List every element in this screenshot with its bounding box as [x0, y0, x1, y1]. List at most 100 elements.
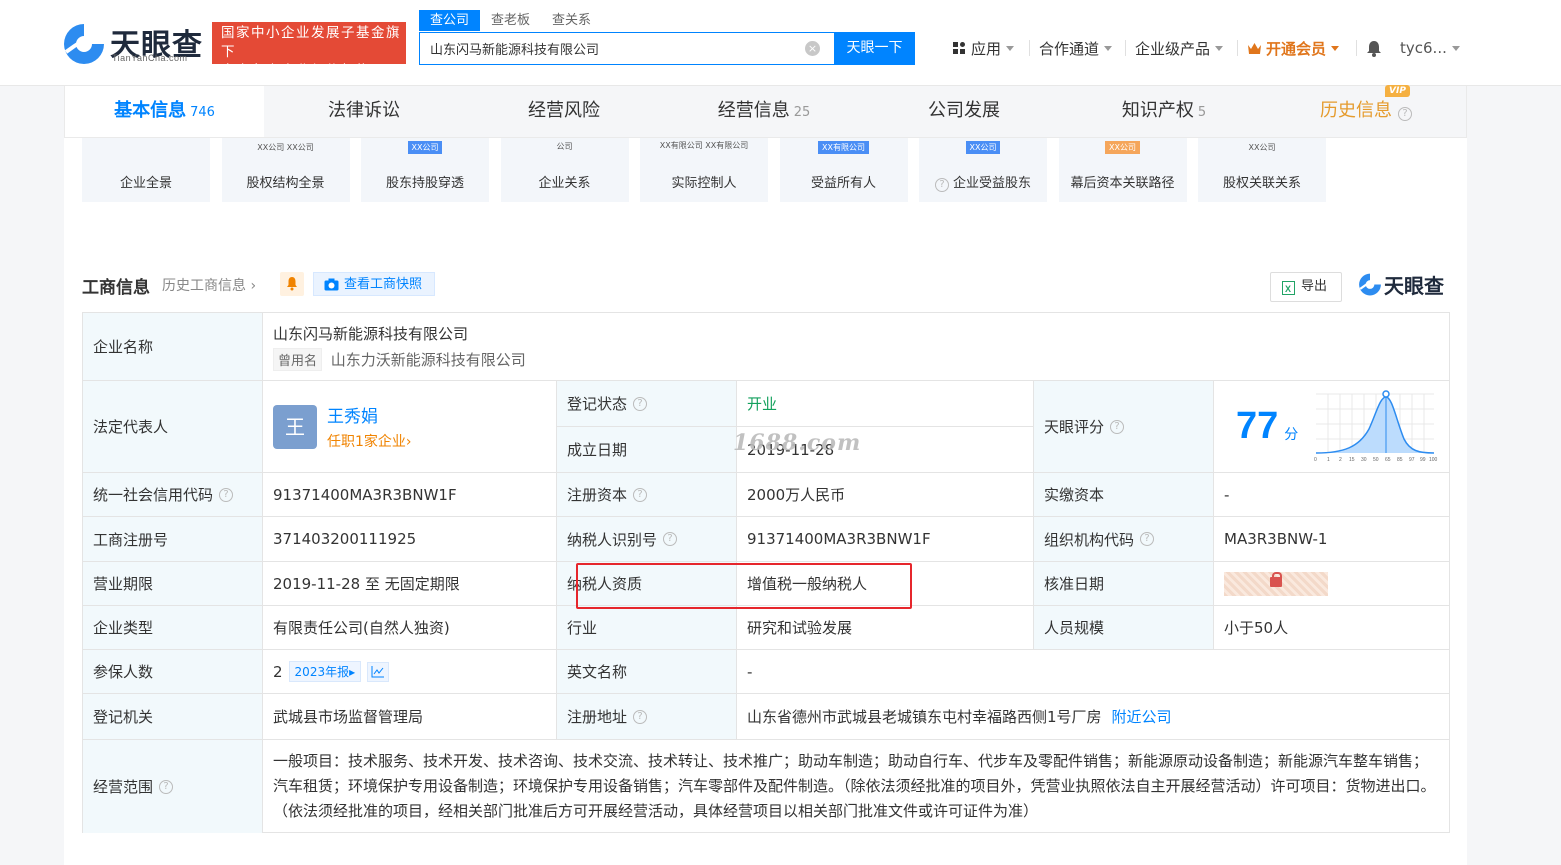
trend-chart-button[interactable] — [367, 661, 390, 682]
shortcut-beneficial-shareholder[interactable]: XX公司 ? 企业受益股东 — [919, 138, 1047, 202]
tab-label: 公司发展 — [928, 100, 1000, 121]
tab-label: 历史信息 — [1320, 100, 1392, 121]
legal-rep-positions-link[interactable]: 任职1家企业› — [327, 431, 412, 451]
help-icon[interactable]: ? — [219, 487, 234, 502]
annual-report-link[interactable]: 2023年报▸ — [288, 661, 362, 682]
label-reg-status: 登记状态? — [557, 381, 737, 427]
label-address: 注册地址? — [557, 694, 737, 740]
caret-right-icon: ▸ — [349, 665, 356, 679]
help-icon[interactable]: ? — [1110, 419, 1125, 434]
nav-enterprise-label: 企业级产品 — [1135, 39, 1211, 58]
value-industry: 研究和试验发展 — [737, 606, 1034, 650]
help-icon[interactable]: ? — [633, 487, 648, 502]
brand-logo: 天眼查 — [1358, 270, 1452, 298]
top-header: 天眼查 TianYanCha.com 国家中小企业发展子基金旗下 官方备案企业征… — [0, 0, 1561, 86]
label-paid-capital: 实缴资本 — [1034, 473, 1214, 517]
label-address-text: 注册地址 — [567, 708, 628, 726]
tab-label: 法律诉讼 — [328, 100, 400, 121]
shortcut-capital-path[interactable]: XX公司 幕后资本关联路径 — [1058, 138, 1187, 202]
value-score[interactable]: 77 分 0 1 2 15 30 50 65 85 97 99 100 — [1214, 381, 1450, 473]
nav-partner[interactable]: 合作通道 — [1039, 38, 1113, 58]
nav-apps[interactable]: 应用 — [953, 38, 1015, 58]
history-business-link[interactable]: 历史工商信息 › — [162, 275, 256, 295]
shortcut-preview: XX公司 — [361, 138, 489, 165]
logo-mark-icon — [1359, 273, 1381, 296]
value-org-code: MA3R3BNW-1 — [1214, 517, 1450, 562]
x-tick: 30 — [1361, 457, 1367, 463]
history-link-label: 历史工商信息 — [162, 278, 246, 294]
search-tab-boss[interactable]: 查老板 — [480, 10, 541, 31]
tab-ip[interactable]: 知识产权 5 — [1064, 86, 1264, 137]
tab-operation[interactable]: 经营信息 25 — [664, 86, 864, 137]
shortcut-label: 股东持股穿透 — [385, 176, 464, 191]
tab-basic-info[interactable]: 基本信息 746 — [65, 86, 264, 137]
shortcut-label: 实际控制人 — [671, 176, 737, 191]
tab-history[interactable]: 历史信息? — [1264, 86, 1468, 137]
shortcut-actual-controller[interactable]: XX有限公司 XX有限公司 实际控制人 — [640, 138, 768, 202]
label-credit-code-text: 统一社会信用代码 — [93, 486, 214, 504]
shortcut-label: 企业关系 — [538, 176, 591, 191]
nav-apps-label: 应用 — [971, 39, 1002, 58]
highlight-box — [576, 563, 912, 609]
chevron-right-icon: › — [405, 434, 412, 450]
legal-rep-name[interactable]: 王秀娟 — [327, 402, 412, 427]
slogan-banner: 国家中小企业发展子基金旗下 官方备案企业征信机构 — [212, 22, 406, 79]
value-legal-rep: 王 王秀娟 任职1家企业› — [263, 381, 557, 473]
business-info-table: 企业名称 山东闪马新能源科技有限公司 曾用名 山东力沃新能源科技有限公司 法定代… — [82, 312, 1450, 833]
snapshot-button[interactable]: 查看工商快照 — [313, 272, 435, 296]
shortcut-equity-structure[interactable]: XX公司 XX公司 股权结构全景 — [221, 138, 350, 202]
chevron-down-icon — [1215, 45, 1224, 51]
label-org-code: 组织机构代码? — [1034, 517, 1214, 562]
nav-vip[interactable]: 开通会员 — [1247, 38, 1340, 58]
label-insured: 参保人数 — [83, 650, 263, 694]
monitor-button[interactable] — [280, 272, 304, 296]
avatar[interactable]: 王 — [273, 404, 317, 449]
notification-bell[interactable] — [1366, 38, 1382, 58]
help-icon[interactable]: ? — [663, 532, 678, 546]
shortcut-preview: XX公司 XX公司 — [222, 138, 350, 165]
former-name: 山东力沃新能源科技有限公司 — [330, 350, 526, 369]
shortcut-preview-box: XX公司 — [965, 141, 1001, 154]
shortcut-company-relations[interactable]: 公司 企业关系 — [500, 138, 629, 202]
label-score: 天眼评分? — [1034, 381, 1214, 473]
legal-rep-positions-label: 任职1家企业 — [327, 434, 406, 450]
shortcut-beneficial-owner[interactable]: XX有限公司 受益所有人 — [779, 138, 908, 202]
tab-risk[interactable]: 经营风险 — [464, 86, 664, 137]
label-legal-rep: 法定代表人 — [83, 381, 263, 473]
main-card: 企业全景 XX公司 XX公司 股权结构全景 XX公司 股东持股穿透 公司 企业关… — [64, 138, 1467, 865]
search-tab-company[interactable]: 查公司 — [419, 10, 481, 31]
brand-text: 天眼查 — [1384, 274, 1444, 298]
search-tab-relation[interactable]: 查关系 — [541, 10, 602, 31]
search-button[interactable]: 天眼一下 — [834, 32, 915, 65]
user-menu[interactable]: tyc6... — [1400, 38, 1460, 58]
clear-icon[interactable]: × — [805, 41, 820, 56]
section-title: 工商信息 — [82, 278, 150, 298]
export-button[interactable]: X 导出 — [1270, 272, 1342, 302]
help-icon[interactable]: ? — [633, 709, 648, 724]
value-approval-date[interactable] — [1214, 562, 1450, 606]
shortcut-preview: XX有限公司 — [780, 138, 908, 165]
help-icon[interactable]: ? — [159, 779, 174, 794]
nav-divider — [1029, 40, 1030, 56]
tab-count: 746 — [190, 105, 215, 120]
shortcut-panorama[interactable]: 企业全景 — [82, 138, 210, 202]
chevron-down-icon — [1006, 45, 1015, 51]
shortcut-equity-relations[interactable]: XX公司 股权关联关系 — [1198, 138, 1326, 202]
shortcut-preview: XX有限公司 XX有限公司 — [640, 138, 768, 165]
locked-value[interactable] — [1224, 571, 1328, 596]
shortcut-label: 企业全景 — [119, 176, 172, 191]
shortcut-shareholder-penetration[interactable]: XX公司 股东持股穿透 — [361, 138, 489, 202]
label-scope-text: 经营范围 — [93, 778, 154, 796]
value-address: 山东省德州市武城县老城镇东屯村幸福路西侧1号厂房 附近公司 — [737, 694, 1450, 740]
value-authority: 武城县市场监督管理局 — [263, 694, 557, 740]
tab-legal[interactable]: 法律诉讼 — [264, 86, 464, 137]
site-logo[interactable]: 天眼查 TianYanCha.com — [62, 20, 204, 66]
score-distribution-chart: 0 1 2 15 30 50 65 85 97 99 100 — [1314, 390, 1438, 463]
nearby-companies-link[interactable]: 附近公司 — [1112, 706, 1172, 727]
help-icon[interactable]: ? — [1140, 532, 1155, 546]
tab-development[interactable]: 公司发展 — [864, 86, 1064, 137]
nav-enterprise[interactable]: 企业级产品 — [1135, 38, 1224, 58]
help-icon[interactable]: ? — [633, 396, 648, 411]
search-input[interactable] — [430, 33, 810, 64]
label-company-name: 企业名称 — [83, 313, 263, 381]
